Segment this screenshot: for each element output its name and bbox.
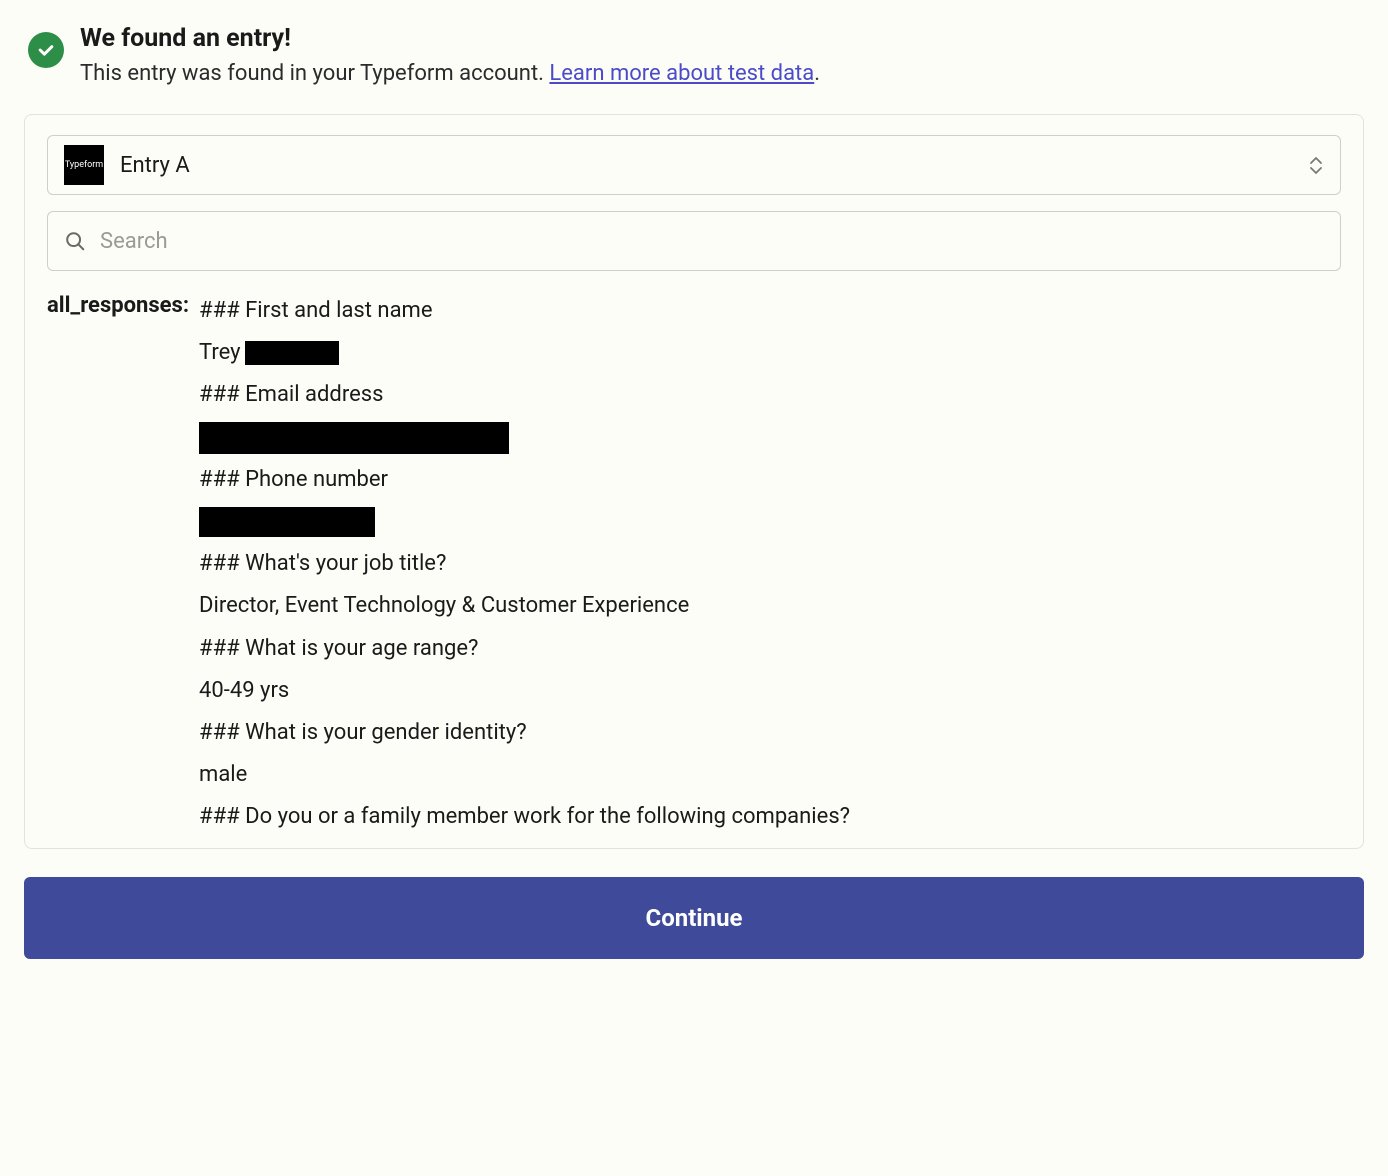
search-box[interactable] — [47, 211, 1341, 271]
response-line: ### What's your job title? — [199, 546, 850, 581]
response-line: No — [199, 841, 850, 849]
select-chevron-icon — [1308, 153, 1324, 177]
entry-selected-label: Entry A — [120, 153, 1308, 178]
redacted-block — [245, 341, 339, 365]
typeform-logo: Typeform — [64, 145, 104, 185]
subtitle-suffix: . — [814, 61, 820, 86]
response-line: ### What is your gender identity? — [199, 715, 850, 750]
continue-button[interactable]: Continue — [24, 877, 1364, 959]
response-line — [199, 420, 850, 455]
success-check-icon — [28, 32, 64, 68]
response-line: ### First and last name — [199, 293, 850, 328]
redacted-block — [199, 422, 509, 454]
response-line: 40-49 yrs — [199, 673, 850, 708]
subtitle-prefix: This entry was found in your Typeform ac… — [80, 61, 549, 86]
response-line: ### Phone number — [199, 462, 850, 497]
response-line: Director, Event Technology & Customer Ex… — [199, 588, 850, 623]
entry-select[interactable]: Typeform Entry A — [47, 135, 1341, 195]
learn-more-link[interactable]: Learn more about test data — [549, 61, 814, 86]
response-data: all_responses: ### First and last name Tr… — [47, 293, 1341, 849]
response-line: male — [199, 757, 850, 792]
response-line — [199, 504, 850, 539]
response-line: ### Do you or a family member work for t… — [199, 799, 850, 834]
header-title: We found an entry! — [80, 24, 820, 53]
response-line: Trey — [199, 335, 850, 370]
redacted-block — [199, 507, 375, 537]
header-text: We found an entry! This entry was found … — [80, 24, 820, 90]
search-icon — [64, 230, 86, 252]
header: We found an entry! This entry was found … — [24, 24, 1364, 90]
response-line: ### Email address — [199, 377, 850, 412]
header-subtitle: This entry was found in your Typeform ac… — [80, 57, 820, 90]
search-input[interactable] — [100, 229, 1324, 254]
response-line: ### What is your age range? — [199, 631, 850, 666]
entry-panel: Typeform Entry A all_responses: ### Firs… — [24, 114, 1364, 849]
response-value: ### First and last name Trey ### Email add… — [199, 293, 850, 849]
response-key: all_responses: — [47, 293, 189, 318]
